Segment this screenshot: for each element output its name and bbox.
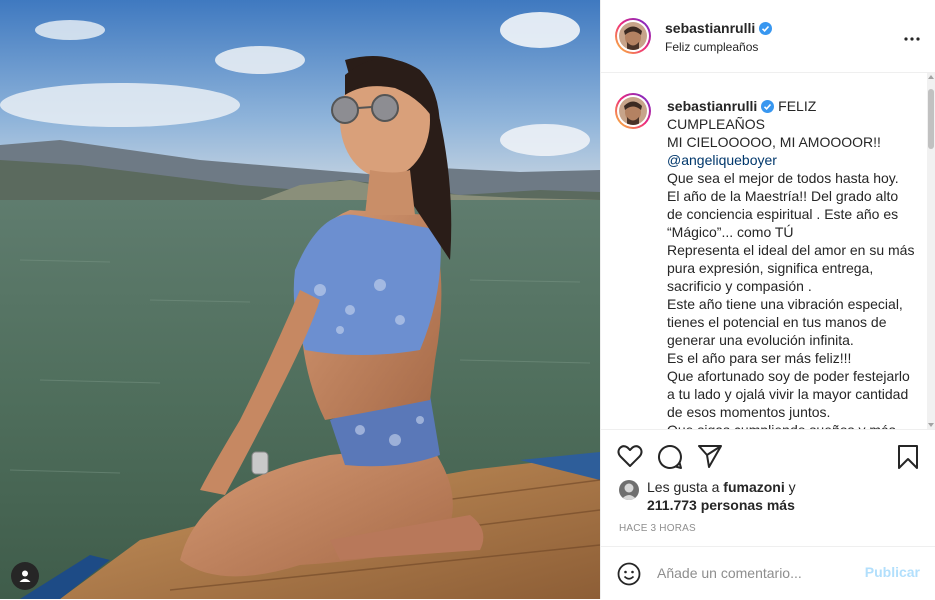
emoji-icon	[617, 562, 641, 586]
share-button[interactable]	[697, 444, 723, 473]
scrollbar-thumb[interactable]	[928, 89, 934, 149]
post-side-panel: sebastianrulli Feliz cumpleaños sebastia	[600, 0, 935, 599]
heart-icon	[617, 445, 643, 467]
post-location[interactable]: Feliz cumpleaños	[665, 40, 758, 54]
bookmark-icon	[898, 445, 918, 469]
likes-connector: y	[788, 479, 796, 495]
more-options-icon	[904, 37, 920, 41]
publish-button[interactable]: Publicar	[865, 564, 920, 580]
author-avatar[interactable]	[615, 18, 651, 54]
post-header: sebastianrulli Feliz cumpleaños	[601, 0, 935, 73]
user-tag-button[interactable]	[11, 562, 39, 590]
comment-icon	[658, 444, 682, 469]
comment-input[interactable]	[657, 561, 857, 585]
caption-text: sebastianrulli FELIZ CUMPLEAÑOS MI CIELO…	[667, 97, 915, 429]
caption-author-avatar[interactable]	[615, 93, 651, 129]
save-button[interactable]	[897, 444, 919, 475]
author-username-text[interactable]: sebastianrulli	[665, 20, 755, 36]
liker-avatar[interactable]	[619, 480, 639, 500]
caption-scrollbar[interactable]	[927, 73, 935, 429]
verified-badge-icon	[759, 22, 773, 35]
author-username[interactable]: sebastianrulli	[665, 20, 773, 36]
more-options-button[interactable]	[904, 28, 920, 46]
caption-mention-link[interactable]: @angeliqueboyer	[667, 152, 777, 168]
likes-prefix: Les gusta a	[647, 479, 720, 495]
comment-box: Publicar	[601, 546, 935, 600]
user-tag-icon	[19, 570, 31, 582]
like-button[interactable]	[617, 444, 643, 473]
post-actions: Les gusta a fumazoni y 211.773 personas m…	[601, 429, 935, 599]
scroll-down-arrow-icon[interactable]	[928, 423, 934, 427]
caption-area: sebastianrulli FELIZ CUMPLEAÑOS MI CIELO…	[601, 73, 935, 429]
photo-illustration	[0, 0, 600, 599]
emoji-button[interactable]	[617, 562, 641, 591]
caption-headline: MI CIELOOOOO, MI AMOOOOR!!	[667, 134, 881, 150]
post-timestamp[interactable]: HACE 3 HORAS	[619, 523, 696, 534]
caption-author-username[interactable]: sebastianrulli	[667, 98, 757, 114]
liker-username[interactable]: fumazoni	[723, 479, 784, 495]
likes-count[interactable]: 211.773 personas más	[647, 497, 795, 513]
caption-body: Que sea el mejor de todos hasta hoy. El …	[667, 170, 915, 429]
author-avatar-image	[619, 22, 647, 50]
caption-author-avatar-image	[619, 97, 647, 125]
comment-button[interactable]	[657, 444, 683, 475]
post-photo[interactable]	[0, 0, 600, 599]
scroll-up-arrow-icon[interactable]	[928, 75, 934, 79]
verified-badge-icon	[761, 100, 775, 113]
send-icon	[698, 445, 722, 468]
